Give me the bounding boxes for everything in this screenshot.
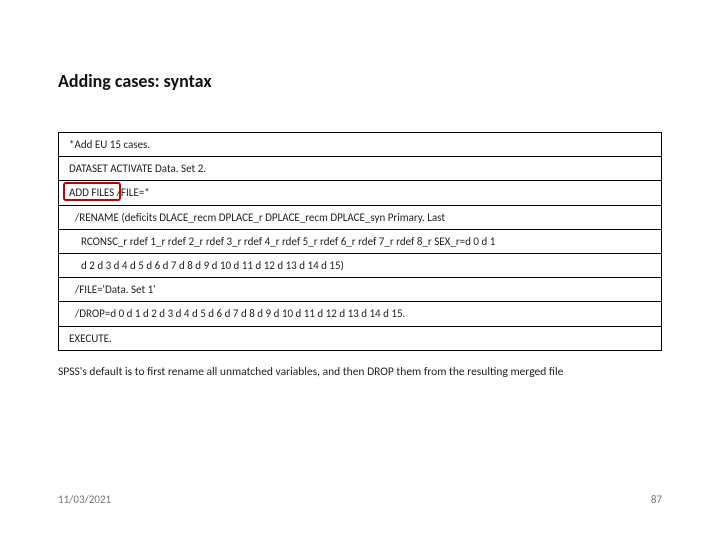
- code-line: ADD FILES /FILE=*: [59, 181, 661, 205]
- syntax-code-box: *Add EU 15 cases. DATASET ACTIVATE Data.…: [58, 132, 662, 351]
- footer-date: 11/03/2021: [58, 493, 111, 506]
- code-line: /RENAME (deficits DLACE_recm DPLACE_r DP…: [59, 206, 661, 230]
- page-title: Adding cases: syntax: [58, 70, 662, 92]
- code-line: /FILE='Data. Set 1': [59, 278, 661, 302]
- code-line: RCONSC_r rdef 1_r rdef 2_r rdef 3_r rdef…: [59, 230, 661, 254]
- code-line: EXECUTE.: [59, 327, 661, 350]
- slide: Adding cases: syntax *Add EU 15 cases. D…: [0, 0, 720, 540]
- code-line: *Add EU 15 cases.: [59, 133, 661, 157]
- code-line: d 2 d 3 d 4 d 5 d 6 d 7 d 8 d 9 d 10 d 1…: [59, 254, 661, 278]
- explanatory-caption: SPSS's default is to first rename all un…: [58, 365, 662, 380]
- code-line: /DROP=d 0 d 1 d 2 d 3 d 4 d 5 d 6 d 7 d …: [59, 302, 661, 326]
- footer-page-number: 87: [651, 493, 662, 506]
- code-text: ADD FILES /FILE=*: [69, 186, 150, 199]
- code-line: DATASET ACTIVATE Data. Set 2.: [59, 157, 661, 181]
